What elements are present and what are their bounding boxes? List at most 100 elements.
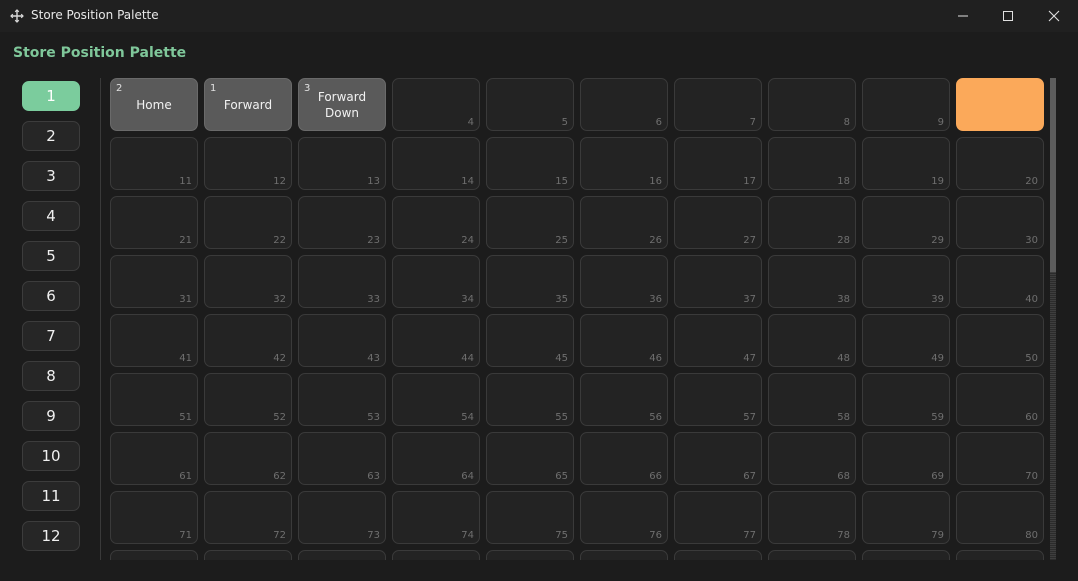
page-button-10[interactable]: 10 — [22, 441, 80, 471]
palette-cell[interactable]: 64 — [392, 432, 480, 485]
palette-cell[interactable]: 36 — [580, 255, 668, 308]
palette-cell[interactable]: 15 — [486, 137, 574, 190]
palette-cell[interactable]: 58 — [768, 373, 856, 426]
palette-cell[interactable]: 75 — [486, 491, 574, 544]
palette-cell[interactable]: 61 — [110, 432, 198, 485]
palette-cell[interactable]: 7 — [674, 78, 762, 131]
palette-cell[interactable]: 2 Home — [110, 78, 198, 131]
scrollbar-thumb[interactable] — [1050, 78, 1056, 272]
palette-cell[interactable]: 77 — [674, 491, 762, 544]
palette-cell[interactable]: 73 — [298, 491, 386, 544]
palette-cell[interactable]: 39 — [862, 255, 950, 308]
palette-cell[interactable] — [298, 550, 386, 560]
palette-cell[interactable]: 26 — [580, 196, 668, 249]
palette-cell[interactable]: 57 — [674, 373, 762, 426]
page-button-12[interactable]: 12 — [22, 521, 80, 551]
palette-cell[interactable]: 70 — [956, 432, 1044, 485]
palette-cell[interactable]: 66 — [580, 432, 668, 485]
palette-cell[interactable]: 4 — [392, 78, 480, 131]
palette-cell[interactable]: 12 — [204, 137, 292, 190]
page-button-6[interactable]: 6 — [22, 281, 80, 311]
palette-cell[interactable]: 72 — [204, 491, 292, 544]
palette-cell[interactable]: 71 — [110, 491, 198, 544]
palette-cell[interactable]: 37 — [674, 255, 762, 308]
palette-cell[interactable]: 27 — [674, 196, 762, 249]
palette-cell[interactable]: 42 — [204, 314, 292, 367]
palette-cell[interactable] — [768, 550, 856, 560]
minimize-button[interactable] — [940, 0, 986, 32]
palette-cell[interactable]: 6 — [580, 78, 668, 131]
palette-cell[interactable]: 17 — [674, 137, 762, 190]
palette-cell[interactable]: 9 — [862, 78, 950, 131]
palette-cell[interactable]: 62 — [204, 432, 292, 485]
palette-cell[interactable]: 56 — [580, 373, 668, 426]
page-button-2[interactable]: 2 — [22, 121, 80, 151]
palette-cell[interactable]: 46 — [580, 314, 668, 367]
page-button-5[interactable]: 5 — [22, 241, 80, 271]
palette-cell[interactable] — [862, 550, 950, 560]
palette-cell[interactable]: 23 — [298, 196, 386, 249]
page-button-4[interactable]: 4 — [22, 201, 80, 231]
palette-cell[interactable]: 19 — [862, 137, 950, 190]
palette-cell[interactable]: 55 — [486, 373, 574, 426]
palette-cell[interactable]: 41 — [110, 314, 198, 367]
palette-cell[interactable]: 18 — [768, 137, 856, 190]
palette-cell[interactable]: 3 Forward Down — [298, 78, 386, 131]
palette-cell[interactable]: 51 — [110, 373, 198, 426]
page-button-1[interactable]: 1 — [22, 81, 80, 111]
page-button-9[interactable]: 9 — [22, 401, 80, 431]
palette-cell[interactable]: 20 — [956, 137, 1044, 190]
palette-cell[interactable]: 69 — [862, 432, 950, 485]
palette-cell[interactable]: 31 — [110, 255, 198, 308]
palette-cell[interactable]: 52 — [204, 373, 292, 426]
palette-cell[interactable] — [204, 550, 292, 560]
palette-cell[interactable]: 8 — [768, 78, 856, 131]
palette-cell[interactable]: 78 — [768, 491, 856, 544]
palette-cell[interactable]: 33 — [298, 255, 386, 308]
palette-cell[interactable]: 5 — [486, 78, 574, 131]
palette-cell[interactable]: 68 — [768, 432, 856, 485]
palette-cell[interactable]: 53 — [298, 373, 386, 426]
palette-cell[interactable]: 54 — [392, 373, 480, 426]
palette-cell[interactable]: 74 — [392, 491, 480, 544]
palette-cell[interactable] — [580, 550, 668, 560]
palette-cell[interactable]: 16 — [580, 137, 668, 190]
palette-cell[interactable]: 29 — [862, 196, 950, 249]
close-button[interactable] — [1031, 0, 1077, 32]
palette-cell[interactable]: 38 — [768, 255, 856, 308]
palette-cell[interactable]: 21 — [110, 196, 198, 249]
palette-cell[interactable]: 60 — [956, 373, 1044, 426]
palette-cell[interactable]: 63 — [298, 432, 386, 485]
palette-cell[interactable]: 40 — [956, 255, 1044, 308]
palette-cell[interactable] — [392, 550, 480, 560]
palette-cell[interactable] — [956, 78, 1044, 131]
palette-cell[interactable] — [110, 550, 198, 560]
palette-cell[interactable]: 65 — [486, 432, 574, 485]
maximize-button[interactable] — [985, 0, 1031, 32]
palette-cell[interactable]: 11 — [110, 137, 198, 190]
page-button-11[interactable]: 11 — [22, 481, 80, 511]
palette-cell[interactable]: 45 — [486, 314, 574, 367]
page-button-7[interactable]: 7 — [22, 321, 80, 351]
palette-cell[interactable]: 76 — [580, 491, 668, 544]
palette-cell[interactable]: 32 — [204, 255, 292, 308]
palette-cell[interactable]: 79 — [862, 491, 950, 544]
palette-cell[interactable]: 44 — [392, 314, 480, 367]
palette-cell[interactable]: 28 — [768, 196, 856, 249]
palette-cell[interactable]: 50 — [956, 314, 1044, 367]
palette-cell[interactable] — [486, 550, 574, 560]
page-button-8[interactable]: 8 — [22, 361, 80, 391]
palette-cell[interactable]: 34 — [392, 255, 480, 308]
palette-cell[interactable]: 25 — [486, 196, 574, 249]
palette-cell[interactable]: 22 — [204, 196, 292, 249]
palette-cell[interactable] — [956, 550, 1044, 560]
palette-cell[interactable]: 14 — [392, 137, 480, 190]
palette-cell[interactable]: 67 — [674, 432, 762, 485]
palette-cell[interactable]: 80 — [956, 491, 1044, 544]
palette-cell[interactable]: 24 — [392, 196, 480, 249]
palette-cell[interactable]: 1 Forward — [204, 78, 292, 131]
palette-cell[interactable]: 13 — [298, 137, 386, 190]
palette-cell[interactable] — [674, 550, 762, 560]
palette-cell[interactable]: 43 — [298, 314, 386, 367]
palette-cell[interactable]: 30 — [956, 196, 1044, 249]
